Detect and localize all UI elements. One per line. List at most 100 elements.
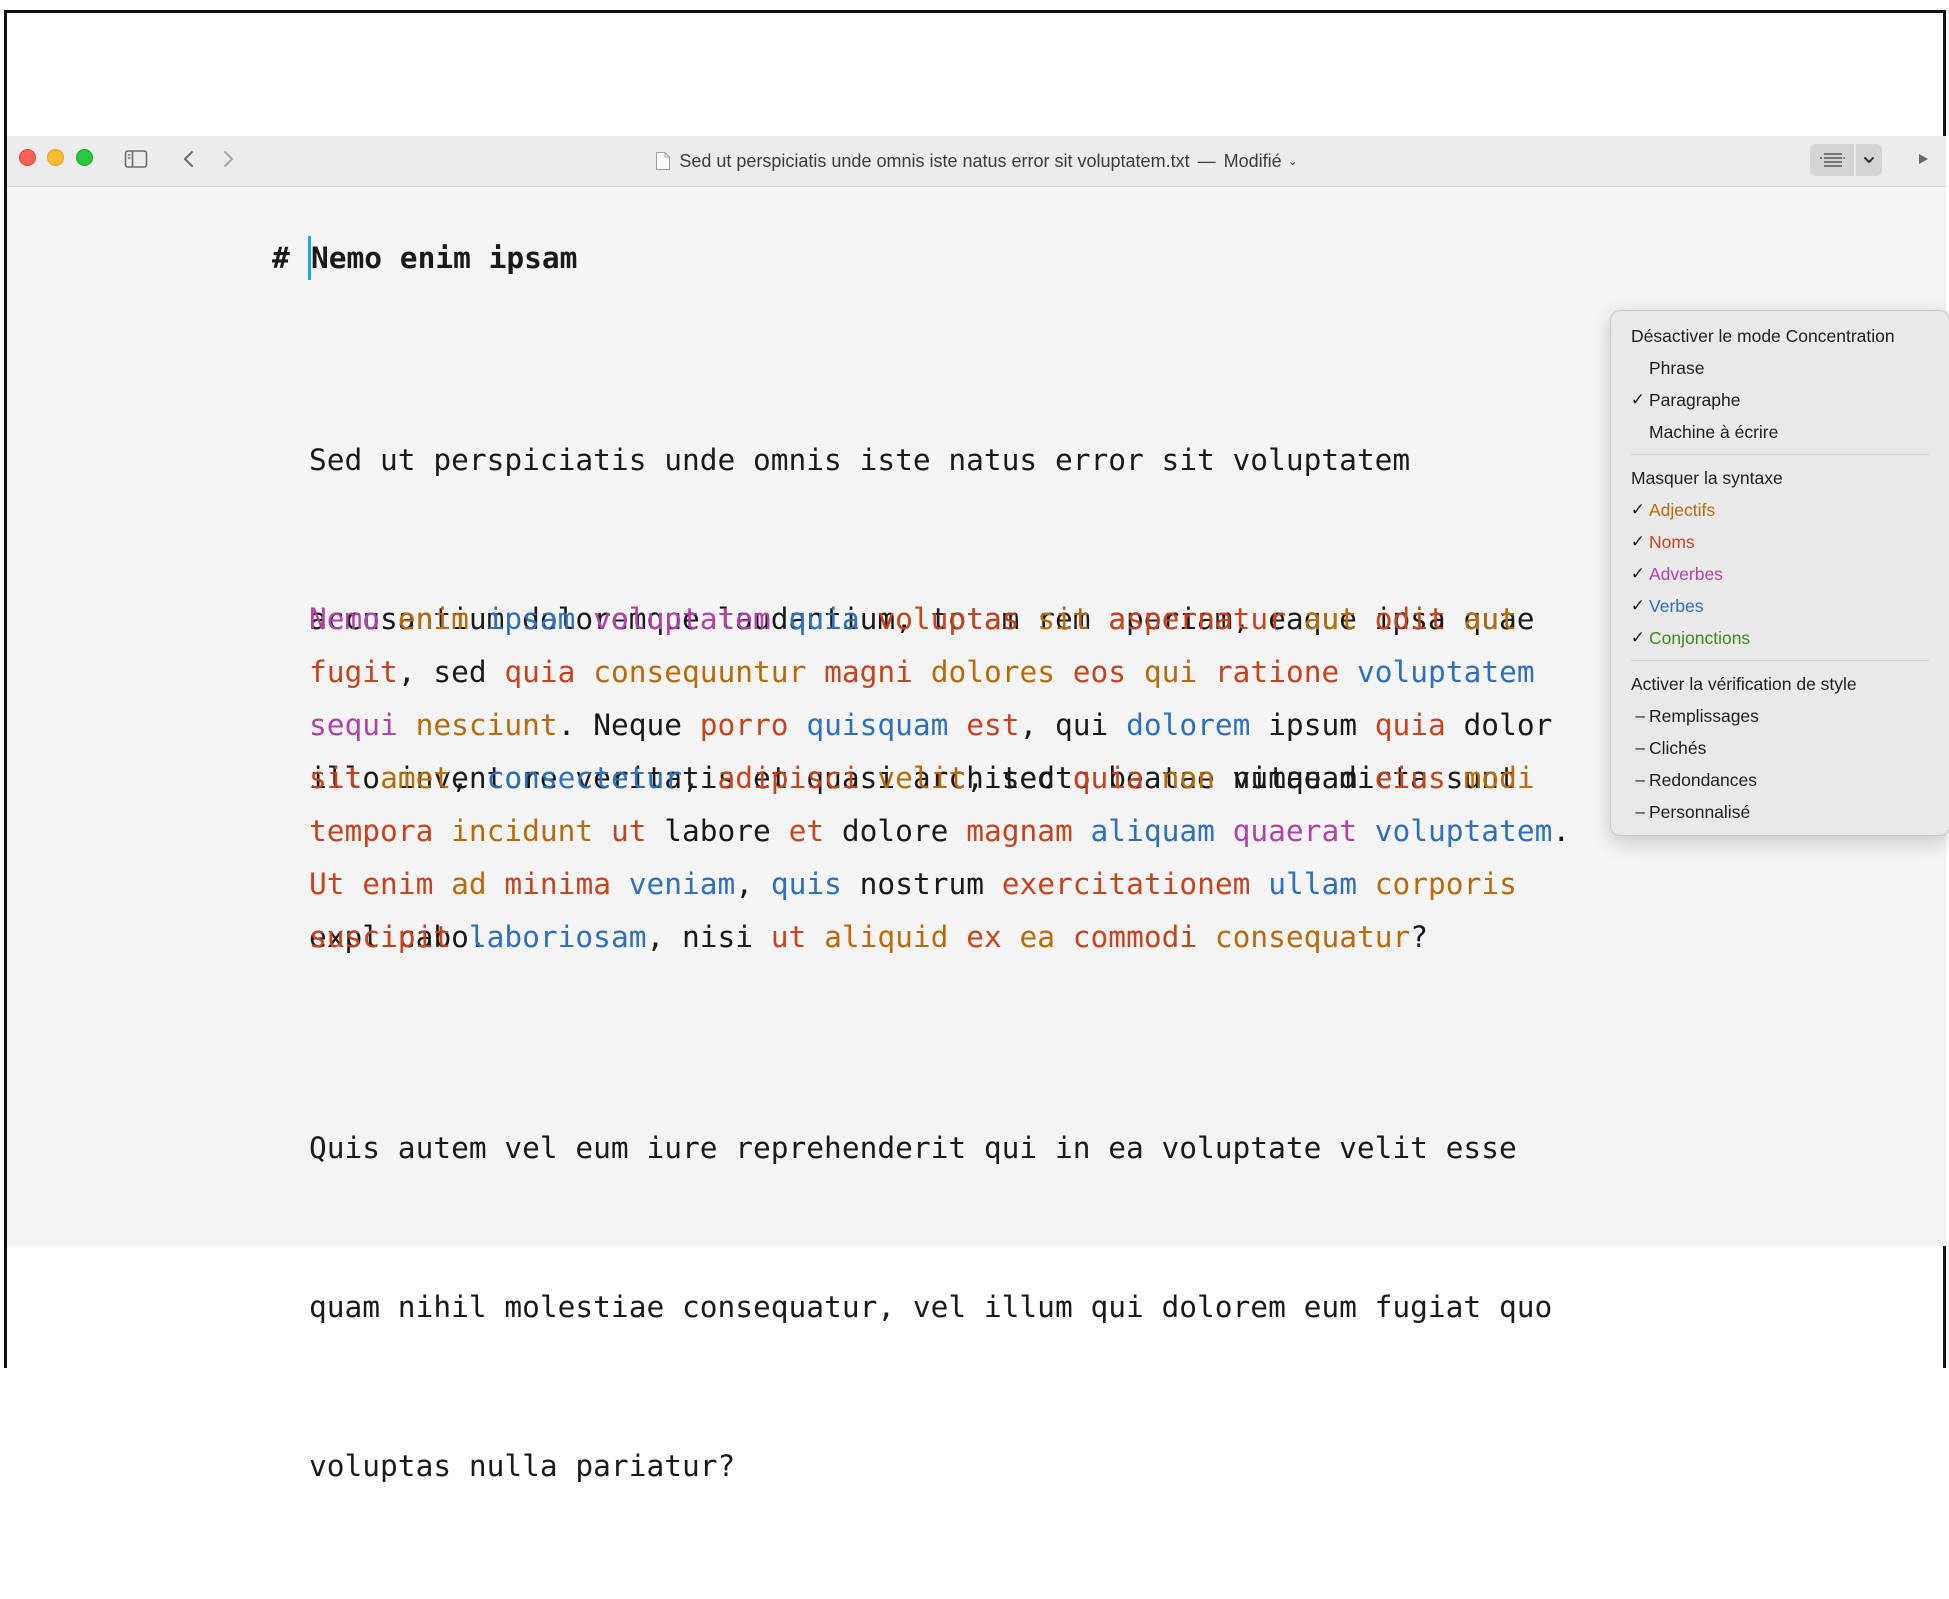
noun-word: porro <box>699 708 789 742</box>
plain-text <box>1091 602 1109 636</box>
adj-word: dolores <box>930 655 1056 689</box>
plain-text <box>1144 761 1162 795</box>
menu-item-personnalise[interactable]: – Personnalisé <box>1611 797 1949 827</box>
verb-word: veniam <box>628 867 736 901</box>
noun-word: et <box>788 814 825 848</box>
menu-hide-syntax[interactable]: Masquer la syntaxe <box>1611 463 1949 493</box>
forward-button[interactable] <box>216 144 240 174</box>
menu-item-noms[interactable]: ✓ Noms <box>1611 527 1949 557</box>
noun-word: ut <box>610 814 647 848</box>
adv-word: sequi <box>309 708 398 742</box>
plain-text <box>611 867 629 901</box>
plain-text <box>771 602 789 636</box>
sidebar-toggle-button[interactable] <box>121 144 151 174</box>
plain-text <box>948 708 966 742</box>
focus-mode-menu: Désactiver le mode Concentration Phrase … <box>1610 310 1949 836</box>
noun-word: ut <box>770 920 807 954</box>
plain-text <box>913 655 931 689</box>
paragraph-line: sit amet, consectetur, adipisci velit, s… <box>309 752 1659 805</box>
plain-text: , sed <box>397 655 505 689</box>
paragraph-line: Nemo enim ipsam voluptatem quia voluptas… <box>309 593 1659 646</box>
focus-mode-icon <box>1820 153 1845 167</box>
noun-word: odit <box>1374 602 1446 636</box>
chevron-down-icon <box>1864 157 1874 163</box>
menu-item-adverbes[interactable]: ✓ Adverbes <box>1611 559 1949 589</box>
adj-word: amet <box>380 761 452 795</box>
adj-word: consequatur <box>1214 920 1411 954</box>
chevron-right-icon <box>224 151 233 167</box>
play-icon <box>1919 154 1928 164</box>
checkmark-icon: ✓ <box>1630 532 1645 551</box>
plain-text: , qui <box>1019 708 1127 742</box>
file-name: Sed ut perspiciatis unde omnis iste natu… <box>679 150 1190 171</box>
checkmark-icon: ✓ <box>1630 628 1645 647</box>
noun-word: aspernatur <box>1108 602 1286 636</box>
adj-word: ad <box>451 867 487 901</box>
focus-mode-button[interactable] <box>1810 144 1854 176</box>
plain-text: dolore <box>824 814 967 848</box>
menu-item-conjonctions[interactable]: ✓ Conjonctions <box>1611 623 1949 653</box>
plain-text <box>1250 867 1268 901</box>
verb-word: voluptatem <box>1357 655 1535 689</box>
plain-text: , <box>682 761 718 795</box>
plain-text <box>1197 920 1215 954</box>
paragraph-line: Ut enim ad minima veniam, quis nostrum e… <box>309 858 1659 911</box>
adj-word: incidunt <box>451 814 594 848</box>
checkmark-icon: ✓ <box>1630 500 1645 519</box>
menu-item-phrase[interactable]: Phrase <box>1611 353 1949 383</box>
plain-text <box>380 602 398 636</box>
sidebar-icon <box>124 150 148 168</box>
menu-item-paragraphe[interactable]: ✓ Paragraphe <box>1611 385 1949 415</box>
focus-mode-dropdown[interactable] <box>1856 144 1882 176</box>
paragraph-line: sequi nesciunt. Neque porro quisquam est… <box>309 699 1659 752</box>
title-area: Sed ut perspiciatis unde omnis iste natu… <box>7 136 1946 186</box>
plain-text <box>575 655 593 689</box>
plain-text: dolor <box>1445 708 1553 742</box>
window-title[interactable]: Sed ut perspiciatis unde omnis iste natu… <box>655 150 1298 172</box>
plain-text <box>593 814 611 848</box>
editor-window: Sed ut perspiciatis unde omnis iste natu… <box>7 136 1949 1483</box>
zoom-window-button[interactable] <box>76 149 93 166</box>
dash-icon: – <box>1635 802 1645 821</box>
plain-text: labore <box>646 814 789 848</box>
document-heading[interactable]: # Nemo enim ipsam <box>272 236 577 280</box>
verb-word: aliquam <box>1090 814 1215 848</box>
checkmark-icon: ✓ <box>1630 390 1645 409</box>
plain-text <box>1055 920 1073 954</box>
noun-word: magni <box>824 655 913 689</box>
menu-item-remplissages[interactable]: – Remplissages <box>1611 701 1949 731</box>
menu-enable-style-check[interactable]: Activer la vérification de style <box>1611 669 1949 699</box>
menu-item-adjectifs[interactable]: ✓ Adjectifs <box>1611 495 1949 525</box>
title-separator: — <box>1197 150 1216 171</box>
plain-text <box>1073 814 1091 848</box>
noun-word: magnam <box>966 814 1073 848</box>
paragraph-line: voluptas nulla pariatur? <box>309 1449 736 1483</box>
verb-word: consectetur <box>486 761 683 795</box>
plain-text <box>433 867 451 901</box>
title-bar: Sed ut perspiciatis unde omnis iste natu… <box>7 136 1946 187</box>
menu-disable-focus-mode[interactable]: Désactiver le mode Concentration <box>1611 321 1949 351</box>
noun-word: quia <box>1072 761 1144 795</box>
plain-text <box>1197 655 1215 689</box>
noun-word: eos <box>1072 655 1127 689</box>
chevron-left-icon <box>184 151 193 167</box>
noun-word: quia <box>1374 708 1446 742</box>
noun-word: ratione <box>1214 655 1340 689</box>
plain-text <box>806 920 824 954</box>
menu-item-verbes[interactable]: ✓ Verbes <box>1611 591 1949 621</box>
menu-item-redondances[interactable]: – Redondances <box>1611 765 1949 795</box>
menu-item-machine-a-ecrire[interactable]: Machine à écrire <box>1611 417 1949 447</box>
close-window-button[interactable] <box>19 149 36 166</box>
preview-button[interactable] <box>1913 149 1933 169</box>
plain-text <box>860 602 878 636</box>
noun-word: commodi <box>1072 920 1198 954</box>
plain-text: ? <box>1410 920 1429 954</box>
menu-item-cliches[interactable]: – Clichés <box>1611 733 1949 763</box>
paragraph-2-syntax-highlighted[interactable]: Nemo enim ipsam voluptatem quia voluptas… <box>309 593 1659 964</box>
verb-word: laboriosam <box>468 920 647 954</box>
minimize-window-button[interactable] <box>47 149 64 166</box>
adj-word: aliquid <box>824 920 949 954</box>
document-status: Modifié <box>1223 150 1282 171</box>
paragraph-3[interactable]: Quis autem vel eum iure reprehenderit qu… <box>309 1016 1659 1599</box>
back-button[interactable] <box>177 144 201 174</box>
